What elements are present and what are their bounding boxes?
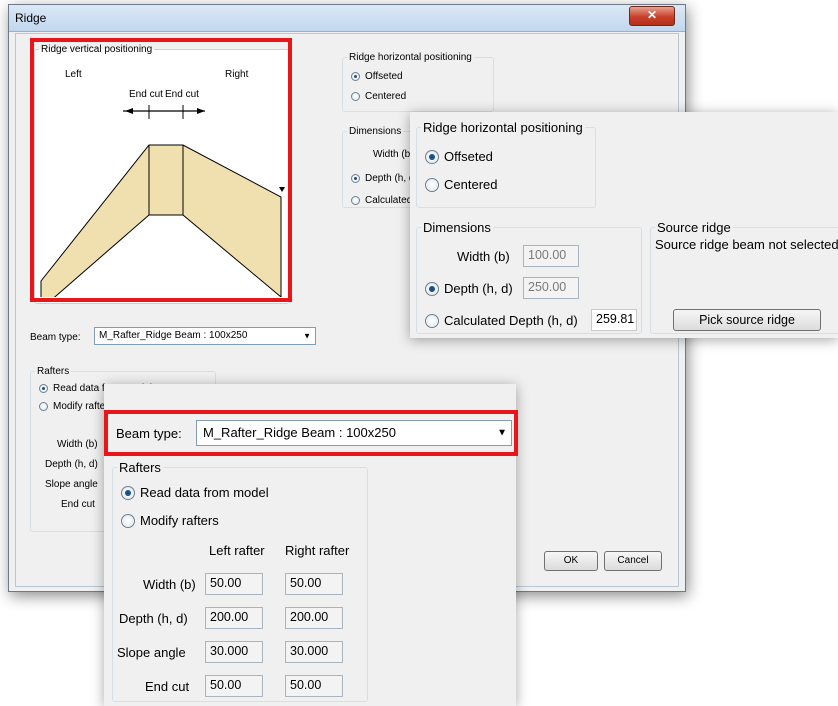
read-data-radio-zoom[interactable]: Read data from model [121,485,269,500]
rafters-zoom-legend: Rafters [119,460,161,475]
right-rafter-header: Right rafter [285,543,350,558]
calculated-depth-radio-zoom[interactable]: Calculated Depth (h, d) [425,313,578,328]
radio-icon [39,402,48,411]
right-endcut-field[interactable]: 50.00 [285,675,343,697]
rafter-depth-label: Depth (h, d) [45,459,98,470]
left-slope-field[interactable]: 30.000 [205,641,263,663]
horizontal-positioning-zoom-group: Ridge horizontal positioning Offseted Ce… [416,120,596,208]
width-label: Width (b) [373,149,414,160]
left-depth-field[interactable]: 200.00 [205,607,263,629]
radio-icon [351,174,360,183]
offseted-label: Offseted [365,71,403,82]
dimensions-zoom-legend: Dimensions [423,220,491,235]
rafter-width-label: Width (b) [57,439,98,450]
width-zoom-label: Width (b) [457,249,510,264]
modify-rafters-zoom-label: Modify rafters [140,513,219,528]
close-button[interactable]: ✕ [629,6,675,26]
radio-icon [121,485,135,500]
depth-radio-zoom[interactable]: Depth (h, d) [425,281,513,296]
left-width-field[interactable]: 50.00 [205,573,263,595]
source-ridge-status: Source ridge beam not selected [655,237,838,252]
radio-icon [121,513,135,528]
window-title: Ridge [15,11,47,25]
ok-button[interactable]: OK [544,551,598,571]
chevron-down-icon: ▼ [303,331,311,341]
radio-icon [351,92,360,101]
beam-type-highlight [104,410,518,456]
radio-icon [39,384,48,393]
rafters-zoom-group: Rafters Read data from model Modify raft… [112,460,368,702]
source-ridge-legend: Source ridge [657,220,731,235]
vertical-positioning-highlight [30,38,292,302]
rafter-endcut-zoom-label: End cut [145,679,190,694]
radio-icon [351,72,360,81]
width-field[interactable]: 100.00 [523,245,579,267]
centered-radio[interactable]: Centered [351,91,406,102]
cancel-button[interactable]: Cancel [604,551,662,571]
close-icon: ✕ [646,8,658,22]
radio-icon [425,313,439,328]
source-ridge-group: Source ridge Source ridge beam not selec… [650,220,838,334]
cancel-label: Cancel [617,555,649,566]
left-rafter-header: Left rafter [209,543,265,558]
beam-type-select[interactable]: M_Rafter_Ridge Beam : 100x250 ▼ [94,327,316,345]
centered-radio-zoom[interactable]: Centered [425,177,497,192]
centered-zoom-label: Centered [444,177,498,192]
depth-field[interactable]: 250.00 [523,277,579,299]
beam-type-label: Beam type: [30,332,81,343]
right-slope-field[interactable]: 30.000 [285,641,343,663]
dimensions-zoom-group: Dimensions Width (b) 100.00 Depth (h, d)… [416,220,642,334]
rafter-slope-label: Slope angle [45,479,98,490]
horizontal-positioning-zoom-legend: Ridge horizontal positioning [423,120,583,135]
radio-icon [425,281,439,296]
radio-icon [425,149,439,164]
read-data-zoom-label: Read data from model [140,485,269,500]
calculated-depth-zoom-label: Calculated Depth (h, d) [444,313,578,328]
beam-type-value: M_Rafter_Ridge Beam : 100x250 [99,330,248,341]
horizontal-positioning-legend: Ridge horizontal positioning [349,52,472,63]
right-depth-field[interactable]: 200.00 [285,607,343,629]
offseted-radio[interactable]: Offseted [351,71,403,82]
rafter-slope-zoom-label: Slope angle [117,645,186,660]
dimensions-legend: Dimensions [349,126,402,137]
rafter-width-zoom-label: Width (b) [143,577,196,592]
rafter-endcut-label: End cut [61,499,95,510]
right-width-field[interactable]: 50.00 [285,573,343,595]
centered-label: Centered [365,91,407,102]
rafters-legend: Rafters [37,366,70,377]
title-bar[interactable]: Ridge ✕ [9,5,685,32]
pick-source-ridge-button[interactable]: Pick source ridge [673,309,821,331]
depth-radio[interactable]: Depth (h, d) [351,173,418,184]
offseted-zoom-label: Offseted [444,149,493,164]
radio-icon [425,177,439,192]
modify-rafters-radio[interactable]: Modify rafters [39,401,114,412]
depth-zoom-label: Depth (h, d) [444,281,513,296]
left-endcut-field[interactable]: 50.00 [205,675,263,697]
calculated-depth-field: 259.81 [591,309,637,331]
pick-source-ridge-label: Pick source ridge [699,313,795,327]
zoomed-positioning-panel: Ridge horizontal positioning Offseted Ce… [410,112,838,338]
rafter-depth-zoom-label: Depth (h, d) [119,611,188,626]
ok-label: OK [563,555,579,566]
modify-rafters-radio-zoom[interactable]: Modify rafters [121,513,219,528]
radio-icon [351,196,360,205]
offseted-radio-zoom[interactable]: Offseted [425,149,493,164]
horizontal-positioning-group: Ridge horizontal positioning Offseted Ce… [342,52,494,112]
